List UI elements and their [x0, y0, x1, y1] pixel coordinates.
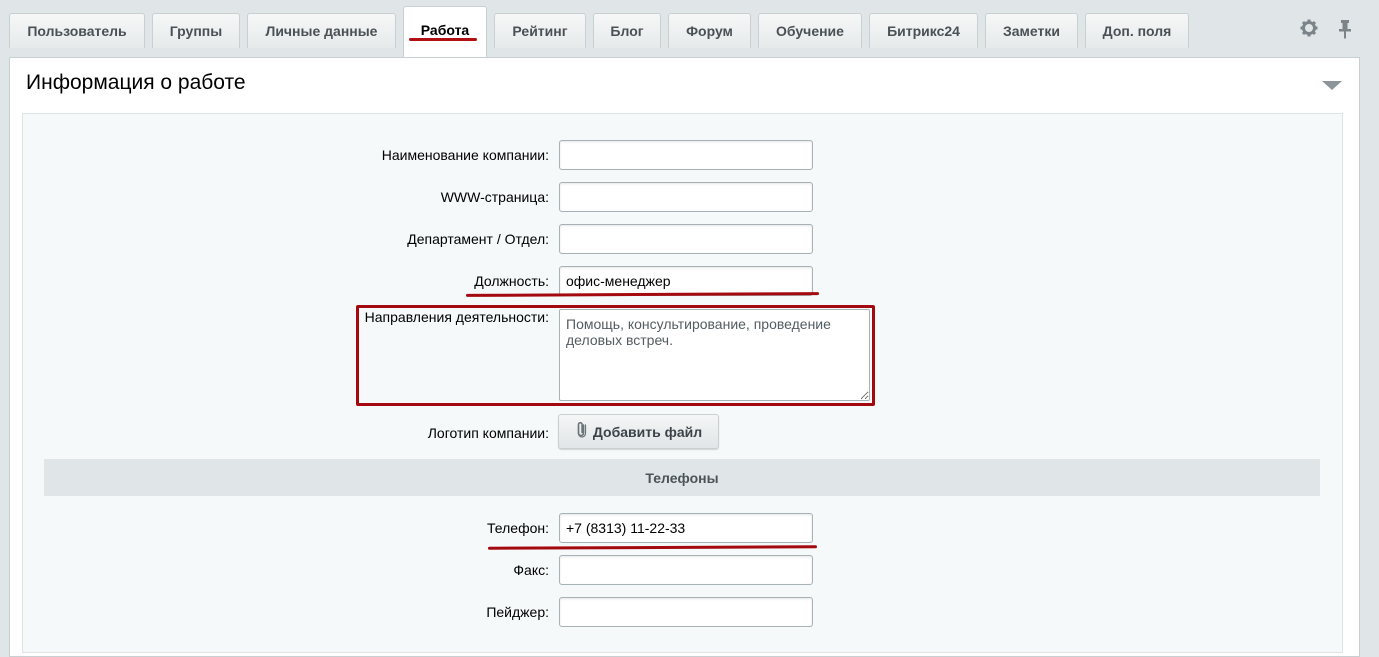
pager-label: Пейджер: — [486, 604, 549, 620]
company-name-label: Наименование компании: — [381, 147, 549, 163]
add-file-label: Добавить файл — [592, 423, 703, 440]
profile-highlight-box — [356, 305, 875, 406]
pager-input[interactable] — [559, 597, 813, 627]
triangle-down-icon[interactable] — [1322, 81, 1342, 90]
tab-groups[interactable]: Группы — [152, 13, 240, 48]
paperclip-icon — [575, 421, 587, 442]
phone-label: Телефон: — [487, 520, 549, 536]
tab-user[interactable]: Пользователь — [9, 13, 145, 48]
www-input[interactable] — [559, 182, 813, 212]
tab-bitrix24[interactable]: Битрикс24 — [869, 13, 978, 48]
company-name-input[interactable] — [559, 140, 813, 170]
fax-label: Факс: — [513, 562, 549, 578]
add-file-button[interactable]: Добавить файл — [558, 414, 719, 449]
tab-blog[interactable]: Блог — [593, 13, 661, 48]
gear-icon[interactable] — [1300, 19, 1318, 42]
tab-personal[interactable]: Личные данные — [247, 13, 396, 48]
phone-input[interactable] — [559, 513, 813, 543]
tab-extra-fields[interactable]: Доп. поля — [1085, 13, 1189, 48]
department-label: Департамент / Отдел: — [407, 231, 549, 247]
tab-work[interactable]: Работа — [403, 6, 487, 57]
active-tab-underline — [409, 38, 477, 41]
tab-bar: Пользователь Группы Личные данные Работа… — [0, 0, 1379, 57]
department-input[interactable] — [559, 224, 813, 254]
tab-forum[interactable]: Форум — [668, 13, 751, 48]
section-title: Информация о работе — [26, 71, 246, 94]
tab-notes[interactable]: Заметки — [985, 13, 1078, 48]
position-label: Должность: — [474, 273, 549, 289]
logo-label: Логотип компании: — [427, 425, 549, 441]
tab-rating[interactable]: Рейтинг — [494, 13, 586, 48]
phones-subheader: Телефоны — [44, 459, 1320, 496]
pin-icon[interactable] — [1338, 19, 1352, 44]
www-label: WWW-страница: — [440, 189, 549, 205]
tab-learning[interactable]: Обучение — [758, 13, 862, 48]
fax-input[interactable] — [559, 555, 813, 585]
